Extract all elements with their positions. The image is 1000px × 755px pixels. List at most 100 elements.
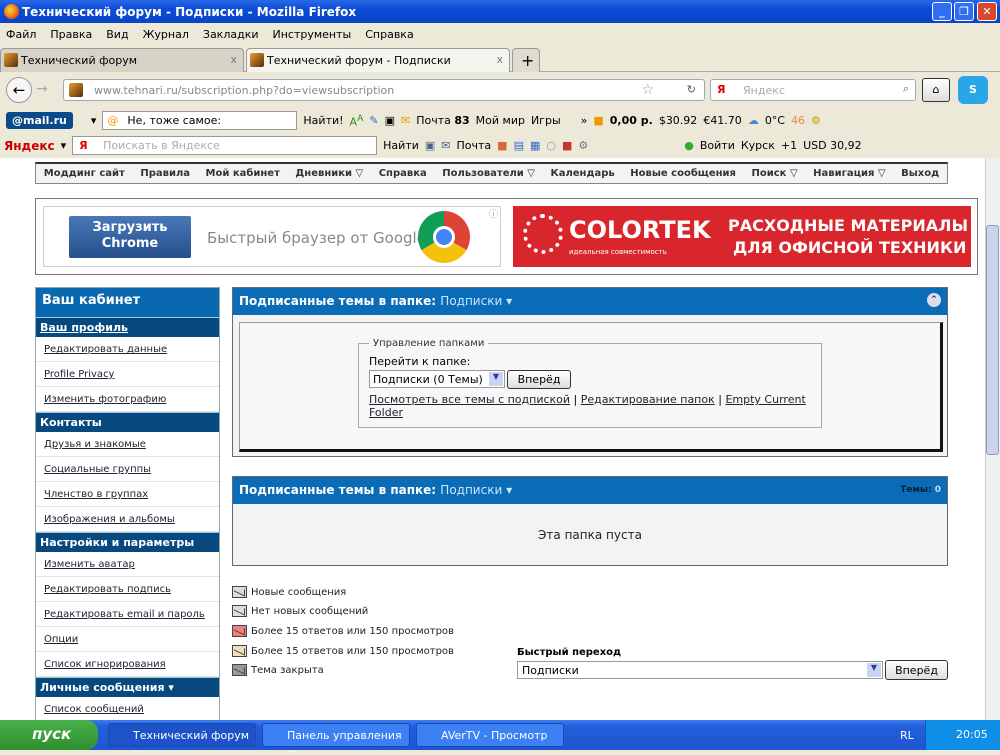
sidebar-item-profile-privacy[interactable]: Profile Privacy (36, 362, 219, 387)
ad-banner-area: Загрузить Chrome Быстрый браузер от Goog… (35, 198, 978, 275)
home-button[interactable]: ⌂ (922, 78, 950, 102)
nav-users[interactable]: Пользователи ▽ (442, 168, 535, 179)
menu-edit[interactable]: Правка (50, 28, 92, 41)
sidebar-item-change-photo[interactable]: Изменить фотографию (36, 387, 219, 412)
dropdown-icon[interactable]: ▾ (61, 139, 67, 152)
yandex-icon: Я (717, 83, 726, 96)
forum-favicon (250, 53, 264, 67)
apps-icon[interactable]: ■ (497, 139, 507, 152)
language-indicator[interactable]: RL (900, 729, 914, 742)
games-link[interactable]: Игры (531, 114, 561, 127)
close-button[interactable]: ✕ (977, 2, 997, 21)
new-tab-button[interactable]: + (512, 48, 540, 72)
nav-new-posts[interactable]: Новые сообщения (630, 168, 736, 179)
forward-button[interactable]: → (36, 81, 48, 97)
yandex-search-input[interactable]: Я Поискать в Яндексе (72, 136, 378, 155)
reload-icon[interactable]: ↻ (687, 83, 696, 96)
skype-icon[interactable]: S (958, 76, 988, 104)
dropdown-icon[interactable]: ▾ (91, 114, 97, 127)
font-size-icon[interactable]: AA (350, 113, 364, 129)
bookmark-star-icon[interactable]: ☆ (641, 82, 654, 98)
highlight-icon[interactable]: ✎ (369, 114, 378, 127)
search-field[interactable]: Я Яндекс ⌕ (710, 79, 916, 101)
scrollbar-thumb[interactable] (986, 225, 999, 455)
sidebar-item-message-list[interactable]: Список сообщений (36, 697, 219, 720)
close-tab-icon[interactable]: x (230, 53, 237, 66)
key-icon: ● (684, 139, 694, 152)
city[interactable]: Курск (741, 139, 775, 152)
url-field[interactable]: www.tehnari.ru/subscription.php?do=views… (63, 79, 705, 101)
nav-calendar[interactable]: Календарь (551, 168, 615, 179)
menu-history[interactable]: Журнал (143, 28, 189, 41)
nav-diaries[interactable]: Дневники ▽ (295, 168, 363, 179)
folder-select[interactable]: Подписки (0 Темы) ▼ (369, 370, 505, 388)
colortek-ad[interactable]: COLORTEK идеальная совместимость РАСХОДН… (513, 206, 971, 267)
sidebar-section-profile[interactable]: Ваш профиль (36, 317, 219, 337)
sidebar-item-change-avatar[interactable]: Изменить аватар (36, 552, 219, 577)
myworld-link[interactable]: Мой мир (476, 114, 525, 127)
settings-icon[interactable]: ⚙ (811, 114, 821, 127)
sidebar-item-friends[interactable]: Друзья и знакомые (36, 432, 219, 457)
menu-help[interactable]: Справка (365, 28, 413, 41)
page-icon[interactable]: ▣ (385, 114, 395, 127)
menu-file[interactable]: Файл (6, 28, 36, 41)
chrome-ad[interactable]: Загрузить Chrome Быстрый браузер от Goog… (43, 206, 501, 267)
yandex-logo[interactable]: Яндекс (4, 139, 55, 153)
nav-help[interactable]: Справка (379, 168, 427, 179)
sidebar-section-private-messages[interactable]: Личные сообщения ▾ (36, 677, 219, 697)
ad-info-icon[interactable]: ⓘ (489, 207, 498, 220)
quick-jump-go-button[interactable]: Вперёд (885, 660, 948, 680)
sidebar-item-social-groups[interactable]: Социальные группы (36, 457, 219, 482)
translate-page-icon[interactable]: ▦ (530, 139, 540, 152)
menu-view[interactable]: Вид (106, 28, 128, 41)
gear-icon[interactable]: ⚙ (578, 139, 588, 152)
collapse-icon[interactable]: ⌃ (927, 293, 941, 307)
download-chrome-button[interactable]: Загрузить Chrome (69, 216, 191, 258)
mailru-search-input[interactable]: @ Не, тоже самое: (102, 111, 298, 130)
comment-icon[interactable]: ○ (546, 139, 556, 152)
widget-icon[interactable]: ■ (562, 139, 572, 152)
back-button[interactable]: ← (6, 77, 32, 103)
close-tab-icon[interactable]: x (496, 53, 503, 66)
more-icon[interactable]: » (581, 114, 588, 127)
maximize-button[interactable]: ❐ (954, 2, 974, 21)
sidebar-item-edit-signature[interactable]: Редактировать подпись (36, 577, 219, 602)
translate-icon[interactable]: ▤ (514, 139, 524, 152)
empty-folder-message: Эта папка пуста (538, 528, 642, 542)
edit-folders-link[interactable]: Редактирование папок (581, 393, 715, 406)
mailru-find-button[interactable]: Найти! (303, 114, 343, 127)
view-all-subscriptions-link[interactable]: Посмотреть все темы с подпиской (369, 393, 570, 406)
sidebar-item-albums[interactable]: Изображения и альбомы (36, 507, 219, 532)
nav-my-cabinet[interactable]: Мой кабинет (206, 168, 280, 179)
task-control-panel[interactable]: Панель управления ... (262, 723, 410, 755)
login-button[interactable]: Войти (700, 139, 735, 152)
nav-search[interactable]: Поиск ▽ (752, 168, 798, 179)
yandex-find-button[interactable]: Найти (383, 139, 419, 152)
nav-rules[interactable]: Правила (140, 168, 190, 179)
tab-forum[interactable]: Технический форум x (0, 48, 244, 72)
go-button[interactable]: Вперёд (507, 370, 571, 389)
folder-menu[interactable]: Подписки ▾ (440, 483, 512, 497)
sidebar-item-edit-profile[interactable]: Редактировать данные (36, 337, 219, 362)
sidebar-item-group-membership[interactable]: Членство в группах (36, 482, 219, 507)
minimize-button[interactable]: _ (932, 2, 952, 21)
start-button[interactable]: пуск (0, 720, 98, 750)
mailru-logo[interactable]: @mail.ru (6, 112, 73, 129)
mail-link[interactable]: Почта (416, 114, 451, 127)
task-firefox[interactable]: Технический форум ... (108, 723, 256, 755)
bookmark-icon[interactable]: ▣ (425, 139, 435, 152)
folder-menu[interactable]: Подписки ▾ (440, 294, 512, 308)
search-icon[interactable]: ⌕ (903, 82, 909, 96)
sidebar-item-edit-email-password[interactable]: Редактировать email и пароль (36, 602, 219, 627)
nav-modding[interactable]: Моддинг сайт (44, 168, 125, 179)
nav-navigation[interactable]: Навигация ▽ (813, 168, 885, 179)
task-avertv[interactable]: AVerTV - Просмотр (416, 723, 564, 747)
sidebar-item-ignore-list[interactable]: Список игнорирования (36, 652, 219, 677)
nav-logout[interactable]: Выход (901, 168, 939, 179)
yandex-mail-link[interactable]: Почта (457, 139, 492, 152)
menu-bookmarks[interactable]: Закладки (203, 28, 259, 41)
sidebar-item-options[interactable]: Опции (36, 627, 219, 652)
quick-jump-select[interactable]: Подписки ▼ (517, 661, 883, 679)
tab-subscriptions[interactable]: Технический форум - Подписки x (246, 48, 510, 72)
menu-tools[interactable]: Инструменты (273, 28, 352, 41)
